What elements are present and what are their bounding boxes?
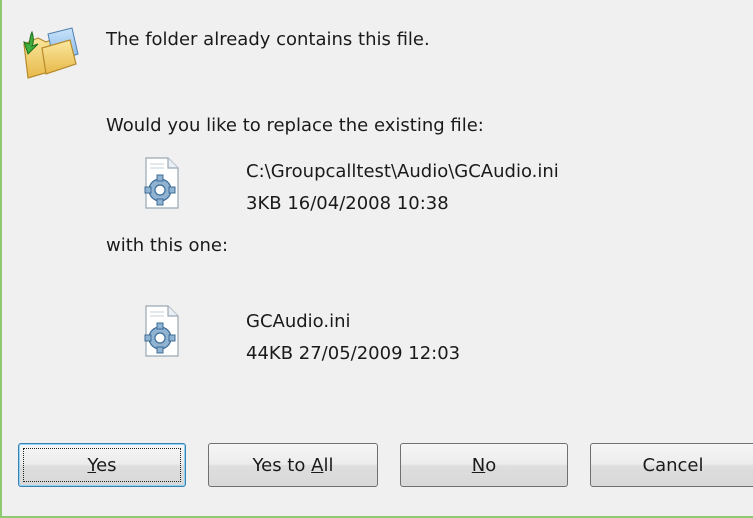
- settings-file-icon: [144, 157, 179, 209]
- folder-replace-icon: [23, 27, 79, 79]
- existing-file-path: C:\Groupcalltest\Audio\GCAudio.ini: [246, 161, 559, 182]
- yes-button[interactable]: Yes: [18, 443, 186, 487]
- cancel-button-label: Cancel: [642, 454, 704, 476]
- new-file-info: 44KB 27/05/2009 12:03: [246, 343, 461, 364]
- yes-to-all-button-label: Yes to All: [252, 454, 334, 476]
- file-replace-dialog: The folder already contains this file. W…: [0, 0, 753, 518]
- no-button-label: No: [471, 454, 497, 476]
- no-button[interactable]: No: [400, 443, 568, 487]
- new-file-name: GCAudio.ini: [246, 311, 351, 332]
- yes-button-label: Yes: [87, 454, 117, 476]
- message-text: The folder already contains this file.: [106, 29, 430, 50]
- settings-file-icon: [144, 305, 179, 357]
- question-text: Would you like to replace the existing f…: [106, 115, 484, 136]
- cancel-button[interactable]: Cancel: [590, 443, 753, 487]
- yes-to-all-button[interactable]: Yes to All: [208, 443, 378, 487]
- existing-file-info: 3KB 16/04/2008 10:38: [246, 193, 449, 214]
- with-label: with this one:: [106, 235, 229, 256]
